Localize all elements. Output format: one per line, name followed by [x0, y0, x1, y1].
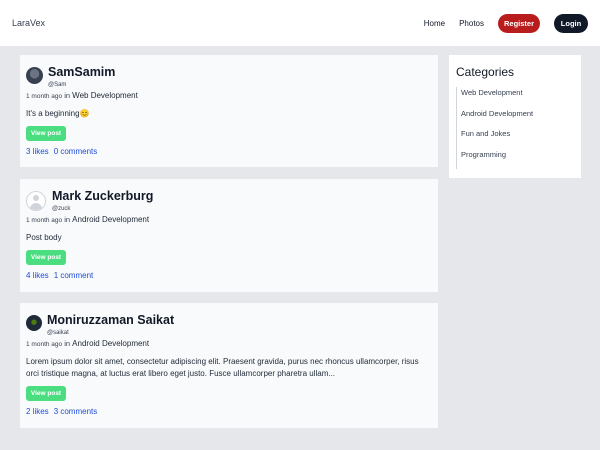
- avatar[interactable]: [26, 191, 46, 211]
- categories-panel: Categories Web Development Android Devel…: [448, 54, 582, 179]
- post-category[interactable]: Android Development: [72, 215, 149, 224]
- nav-home-link[interactable]: Home: [424, 19, 445, 28]
- author-block: Mark Zuckerburg @zuck: [52, 189, 153, 212]
- likes-link[interactable]: 4 likes: [26, 271, 49, 280]
- author-handle: @saikat: [47, 330, 69, 336]
- author-handle: @Sam: [48, 82, 67, 88]
- categories-list: Web Development Android Development Fun …: [456, 87, 574, 169]
- categories-title: Categories: [456, 65, 515, 79]
- author-block: Moniruzzaman Saikat @saikat: [47, 313, 174, 336]
- post-category[interactable]: Web Development: [72, 91, 138, 100]
- avatar[interactable]: [26, 315, 42, 331]
- view-post-button[interactable]: View post: [26, 126, 66, 141]
- post-body: Post body: [26, 233, 62, 242]
- post-category[interactable]: Android Development: [72, 339, 149, 348]
- nav-right: Home Photos Register Login: [424, 13, 588, 33]
- login-button[interactable]: Login: [554, 13, 588, 33]
- post-header: Moniruzzaman Saikat @saikat: [26, 313, 432, 336]
- post-stats: 3 likes 0 comments: [26, 147, 432, 156]
- category-item-web-development[interactable]: Web Development: [457, 87, 574, 108]
- post-body: Lorem ipsum dolor sit amet, consectetur …: [26, 357, 419, 378]
- post-in-word: in: [64, 215, 71, 224]
- post-header: Mark Zuckerburg @zuck: [26, 189, 432, 212]
- post-in-word: in: [64, 339, 71, 348]
- likes-link[interactable]: 2 likes: [26, 407, 49, 416]
- category-item-programming[interactable]: Programming: [457, 149, 574, 170]
- post-body: It's a beginning😊: [26, 109, 90, 118]
- likes-link[interactable]: 3 likes: [26, 147, 49, 156]
- post-time: 1 month ago: [26, 217, 63, 224]
- author-block: SamSamim @Sam: [48, 65, 115, 88]
- post-meta: 1 month ago in Web Development: [26, 91, 432, 100]
- category-item-fun-and-jokes[interactable]: Fun and Jokes: [457, 128, 574, 149]
- avatar[interactable]: [26, 67, 43, 84]
- post-stats: 2 likes 3 comments: [26, 407, 432, 416]
- post-in-word: in: [64, 91, 71, 100]
- navbar: LaraVex Home Photos Register Login: [0, 0, 600, 46]
- view-post-button[interactable]: View post: [26, 386, 66, 401]
- post-header: SamSamim @Sam: [26, 65, 432, 88]
- author-handle: @zuck: [52, 206, 71, 212]
- post-card: Mark Zuckerburg @zuck 1 month ago in And…: [19, 178, 439, 293]
- nav-photos-link[interactable]: Photos: [459, 19, 484, 28]
- author-name[interactable]: Moniruzzaman Saikat: [47, 313, 174, 328]
- brand-link[interactable]: LaraVex: [12, 18, 45, 28]
- view-post-button[interactable]: View post: [26, 250, 66, 265]
- post-time: 1 month ago: [26, 93, 63, 100]
- post-card: Moniruzzaman Saikat @saikat 1 month ago …: [19, 302, 439, 429]
- category-item-android-development[interactable]: Android Development: [457, 108, 574, 129]
- register-button[interactable]: Register: [498, 13, 540, 33]
- post-card: SamSamim @Sam 1 month ago in Web Develop…: [19, 54, 439, 168]
- comments-link[interactable]: 1 comment: [54, 271, 94, 280]
- post-time: 1 month ago: [26, 341, 63, 348]
- comments-link[interactable]: 3 comments: [54, 407, 98, 416]
- author-name[interactable]: SamSamim: [48, 65, 115, 80]
- comments-link[interactable]: 0 comments: [54, 147, 98, 156]
- author-name[interactable]: Mark Zuckerburg: [52, 189, 153, 204]
- post-meta: 1 month ago in Android Development: [26, 339, 432, 348]
- post-meta: 1 month ago in Android Development: [26, 215, 432, 224]
- post-stats: 4 likes 1 comment: [26, 271, 432, 280]
